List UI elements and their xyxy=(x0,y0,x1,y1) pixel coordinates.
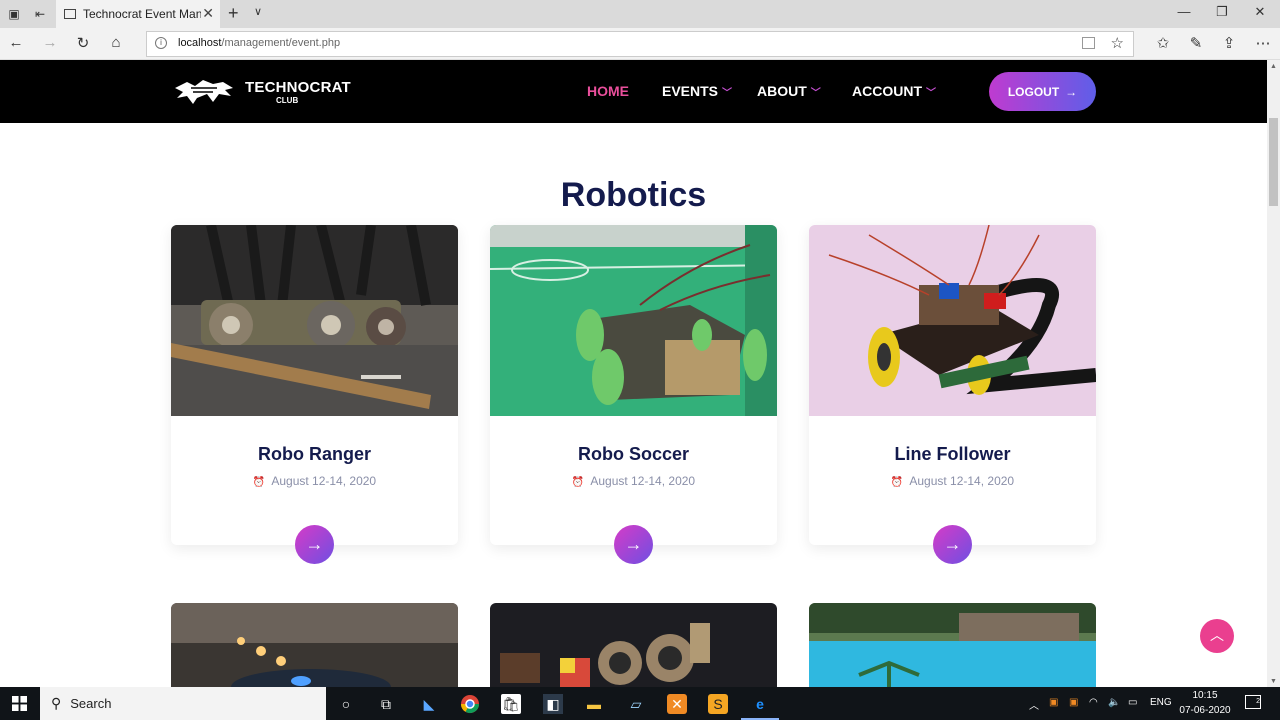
event-date: ⏰ August 12-14, 2020 xyxy=(890,474,1015,488)
minimize-icon[interactable]: — xyxy=(1174,4,1194,19)
tab-title: Technocrat Event Manag xyxy=(83,7,201,21)
scroll-down-icon[interactable]: ▼ xyxy=(1270,678,1277,685)
restore-icon[interactable]: ❐ xyxy=(1212,4,1232,20)
site-header: TECHNOCRAT CLUB HOME EVENTS ﹀ ABOUT ﹀ ACCO… xyxy=(0,60,1267,123)
share-icon[interactable]: ⇪ xyxy=(1219,34,1239,52)
tab-manager-icon[interactable]: ▣ xyxy=(6,6,22,22)
chevron-down-icon: ﹀ xyxy=(722,88,733,99)
forward-icon[interactable]: → xyxy=(40,34,60,51)
nav-events[interactable]: EVENTS ﹀ xyxy=(662,83,732,99)
chevron-up-icon: ︿ xyxy=(1210,627,1224,643)
file-explorer-icon[interactable]: ▬ xyxy=(584,694,604,714)
arrow-right-icon: → xyxy=(1065,84,1078,99)
tab-list-chevron-icon[interactable]: ∨ xyxy=(254,5,262,18)
edge-browser-icon[interactable]: e xyxy=(750,694,770,714)
tray-chevron-up-icon[interactable]: ︿ xyxy=(1029,697,1039,712)
clock-icon: ⏰ xyxy=(571,477,585,488)
scroll-thumb[interactable] xyxy=(1269,118,1278,206)
wifi-icon[interactable]: ◠ xyxy=(1089,697,1098,708)
logout-label: LOGOUT xyxy=(1007,84,1060,99)
volume-icon[interactable]: 🔈 xyxy=(1108,697,1120,708)
nav-account[interactable]: ACCOUNT ﹀ xyxy=(852,83,936,99)
favorites-list-icon[interactable]: ✩ xyxy=(1153,34,1173,52)
back-icon[interactable]: ← xyxy=(6,34,26,51)
event-date: ⏰ August 12-14, 2020 xyxy=(252,474,377,488)
nav-about[interactable]: ABOUT ﹀ xyxy=(757,83,821,99)
chevron-down-icon: ﹀ xyxy=(926,88,936,99)
chrome-icon[interactable] xyxy=(460,694,480,714)
dragon-logo-icon xyxy=(175,80,233,104)
event-details-button[interactable]: → xyxy=(295,525,334,564)
refresh-icon[interactable]: ↻ xyxy=(73,34,93,52)
sublime-text-icon[interactable]: S xyxy=(708,694,728,714)
app-icon[interactable]: ◣ xyxy=(419,694,439,714)
terminal-app-icon[interactable]: ◧ xyxy=(543,694,563,714)
logo-text: TECHNOCRAT xyxy=(245,79,351,96)
taskbar-time[interactable]: 10:15 xyxy=(1183,690,1227,701)
page-icon xyxy=(64,9,76,19)
event-image[interactable] xyxy=(171,603,458,687)
event-image-line-follower[interactable] xyxy=(809,225,1096,416)
tray-xampp2-icon[interactable]: ▣ xyxy=(1069,697,1078,708)
event-title[interactable]: Line Follower xyxy=(809,444,1096,465)
clock-icon: ⏰ xyxy=(252,477,266,488)
pen-notes-icon[interactable]: ✎ xyxy=(1186,34,1206,52)
page-scrollbar[interactable]: ▲ ▼ xyxy=(1267,60,1280,687)
taskbar-date[interactable]: 07-06-2020 xyxy=(1178,705,1232,716)
xampp-icon[interactable]: ✕ xyxy=(667,694,687,714)
event-image-robo-ranger[interactable] xyxy=(171,225,458,416)
nav-home[interactable]: HOME xyxy=(587,83,629,99)
notepad-icon[interactable]: ▱ xyxy=(626,694,646,714)
windows-taskbar: ⚲ Search ○ ⧉ ◣ 🛍 ◧ ▬ ▱ ✕ S e ︿ ▣ ▣ ◠ 🔈 ▭… xyxy=(0,687,1280,720)
event-image[interactable] xyxy=(490,603,777,687)
browser-tab-bar: ▣ ⇤ Technocrat Event Manag ✕ + ∨ — ❐ ✕ xyxy=(0,0,1280,28)
battery-icon[interactable]: ▭ xyxy=(1128,697,1137,708)
info-icon[interactable]: i xyxy=(155,37,167,49)
logout-button[interactable]: LOGOUT → xyxy=(989,72,1096,111)
page-viewport: TECHNOCRAT CLUB HOME EVENTS ﹀ ABOUT ﹀ ACCO… xyxy=(0,60,1267,687)
event-date: ⏰ August 12-14, 2020 xyxy=(571,474,696,488)
store-icon[interactable]: 🛍 xyxy=(501,694,521,714)
windows-start-icon[interactable] xyxy=(12,696,27,711)
event-image-robo-soccer[interactable] xyxy=(490,225,777,416)
event-title[interactable]: Robo Ranger xyxy=(171,444,458,465)
address-bar-row: ← → ↻ ⌂ i localhost/management/event.php… xyxy=(0,28,1280,60)
event-details-button[interactable]: → xyxy=(933,525,972,564)
technocrat-logo[interactable]: TECHNOCRAT CLUB xyxy=(173,76,351,110)
event-card: Robo Ranger ⏰ August 12-14, 2020 → xyxy=(171,225,458,564)
clock-icon: ⏰ xyxy=(890,477,904,488)
language-indicator[interactable]: ENG xyxy=(1150,697,1172,708)
chevron-down-icon: ﹀ xyxy=(810,88,821,99)
cortana-icon[interactable]: ○ xyxy=(336,694,356,714)
close-window-icon[interactable]: ✕ xyxy=(1250,4,1270,20)
event-details-button[interactable]: → xyxy=(614,525,653,564)
tray-xampp-icon[interactable]: ▣ xyxy=(1049,697,1058,708)
new-tab-icon[interactable]: + xyxy=(228,3,239,24)
event-image[interactable] xyxy=(809,603,1096,687)
search-placeholder: Search xyxy=(70,696,112,711)
logo-subtext: CLUB xyxy=(276,96,299,105)
back-to-top-button[interactable]: ︿ xyxy=(1200,619,1234,653)
event-card: Line Follower ⏰ August 12-14, 2020 → xyxy=(809,225,1096,564)
more-menu-icon[interactable]: ⋯ xyxy=(1253,34,1273,52)
notification-count: 2 xyxy=(1256,698,1260,705)
search-icon: ⚲ xyxy=(51,695,62,711)
event-title[interactable]: Robo Soccer xyxy=(490,444,777,465)
home-icon[interactable]: ⌂ xyxy=(106,34,126,51)
section-title: Robotics xyxy=(560,176,707,214)
favorite-star-icon[interactable]: ☆ xyxy=(1111,34,1124,52)
task-view-icon[interactable]: ⧉ xyxy=(376,694,396,714)
reading-view-icon[interactable] xyxy=(1082,37,1095,49)
set-tabs-aside-icon[interactable]: ⇤ xyxy=(32,6,48,22)
url-field[interactable]: i localhost/management/event.php ☆ xyxy=(146,31,1134,57)
browser-tab[interactable]: Technocrat Event Manag ✕ xyxy=(56,0,220,28)
taskbar-search-box[interactable]: ⚲ Search xyxy=(40,687,326,720)
scroll-up-icon[interactable]: ▲ xyxy=(1270,63,1277,70)
action-center-icon[interactable]: 2 xyxy=(1245,695,1261,709)
url-text: localhost/management/event.php xyxy=(178,37,341,49)
close-tab-icon[interactable]: ✕ xyxy=(202,5,214,22)
event-card: Robo Soccer ⏰ August 12-14, 2020 → xyxy=(490,225,777,564)
